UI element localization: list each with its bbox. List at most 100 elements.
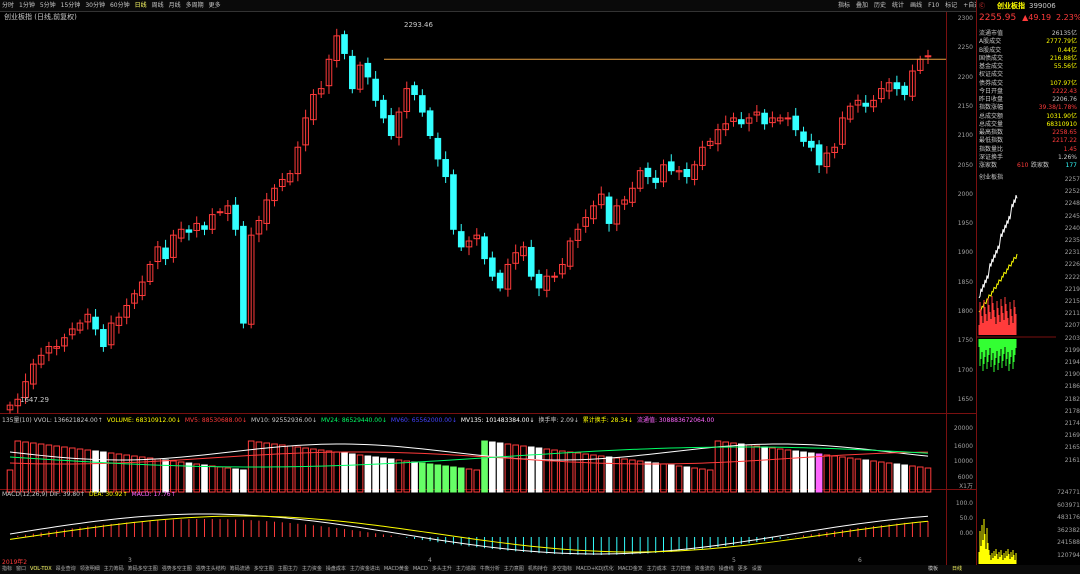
indicator-tab[interactable]: 多空指标 — [552, 565, 572, 574]
price-tick: 1650 — [957, 395, 973, 403]
candle-body — [201, 225, 208, 230]
macd-tick: 0.00 — [959, 530, 973, 537]
indicator-tab[interactable]: 筹码流通 — [230, 565, 250, 574]
candle-body — [737, 119, 745, 125]
indicator-tab[interactable]: 昂业查询 — [56, 565, 76, 574]
stat-label: 今日开盘 — [979, 87, 1004, 95]
tool-button[interactable]: F10 — [928, 0, 939, 11]
indicator-tab[interactable]: 多头主升 — [432, 565, 452, 574]
indicator-tab[interactable]: 主力资金进出 — [350, 565, 380, 574]
volume-bar — [543, 448, 551, 493]
indicator-tab[interactable]: 主力追踪 — [456, 565, 476, 574]
indicator-tab[interactable]: 领涨明细 — [80, 565, 100, 574]
time-tick: 5 — [732, 557, 736, 564]
indicator-value: MV5: 88530688.00↓ — [184, 417, 248, 424]
indicator-tab[interactable]: 牛熊分析 — [480, 565, 500, 574]
indicator-tab[interactable]: 设置 — [752, 565, 762, 574]
stat-row: 总成交量 68310910 — [979, 121, 1079, 129]
template-button[interactable]: 模板 — [928, 565, 938, 574]
intraday-tick: 2231 — [1064, 249, 1080, 257]
indicator-tab[interactable]: 指标 — [2, 565, 12, 574]
volume-bar — [504, 443, 512, 493]
indicator-tab[interactable]: 多空主图 — [254, 565, 274, 574]
price-tick: 2100 — [957, 132, 973, 140]
period-tab[interactable]: 分时 — [2, 0, 14, 11]
indicator-tab[interactable]: 强势主头结构 — [196, 565, 226, 574]
stat-row: 基金成交 55.56亿 — [979, 63, 1079, 71]
indicator-tab[interactable]: 主图主力 — [278, 565, 298, 574]
volume-tick: 10000 — [953, 458, 973, 465]
volume-bar — [675, 465, 683, 493]
price-tick: 1800 — [957, 308, 973, 315]
intraday-tick: 2215 — [1064, 298, 1080, 305]
volume-bar — [520, 445, 527, 493]
tool-button[interactable]: 画线 — [910, 0, 922, 11]
macd-value: MACD(12,26,9) DIF: 39.80↑ — [2, 491, 85, 498]
intraday-tick: 2207 — [1064, 322, 1080, 330]
price-pct: 2.23% — [1056, 13, 1080, 22]
tool-button[interactable]: 指标 — [838, 0, 850, 11]
stat-value: 2777.79亿 — [1046, 38, 1077, 46]
indicator-tab[interactable]: 强势多空主图 — [162, 565, 192, 574]
volume-bar — [878, 461, 885, 493]
volume-bar — [481, 440, 488, 493]
volume-bar — [761, 446, 768, 493]
indicator-tab[interactable]: VOL-TDX — [30, 565, 52, 574]
volume-bar — [131, 455, 138, 493]
volume-bar — [434, 464, 442, 493]
stat-value: 55.56亿 — [1053, 63, 1077, 70]
tool-button[interactable]: 历史 — [874, 0, 886, 11]
indicator-tab[interactable]: 机构持仓 — [528, 565, 548, 574]
intraday-chart[interactable] — [977, 180, 1056, 565]
candle-body — [380, 99, 387, 119]
indicator-value: MV60: 65562000.00↓ — [390, 417, 457, 424]
intraday-vol-tick: 241588 — [1057, 539, 1080, 547]
indicator-tab[interactable]: MACD — [413, 565, 428, 574]
indicator-tab[interactable]: 主力控盘 — [671, 565, 691, 574]
indicator-tab[interactable]: MACD+KDJ优化 — [576, 565, 614, 574]
indicator-tab[interactable]: 主力成本 — [647, 565, 667, 574]
period-tab[interactable]: 15分钟 — [61, 0, 81, 11]
indicator-tab[interactable]: 窗口 — [16, 565, 26, 574]
volume-bar — [753, 445, 761, 493]
indicator-tab[interactable]: MACD黄金 — [384, 565, 409, 574]
stat-row: 指数量比 1.45 — [979, 146, 1079, 154]
tool-button[interactable]: 统计 — [892, 0, 904, 11]
intraday-tick: 2169 — [1064, 432, 1080, 440]
indicator-tab[interactable]: 主力资金 — [302, 565, 322, 574]
stat-row: 最低指数 2217.22 — [979, 137, 1079, 145]
indicator-tab[interactable]: 资金流向 — [695, 565, 715, 574]
stat-value: 0.44亿 — [1057, 46, 1077, 54]
indicator-tab[interactable]: MACD金叉 — [618, 565, 643, 574]
volume-bar — [792, 450, 800, 493]
indicator-tab[interactable]: 更多 — [738, 565, 748, 574]
period-tab[interactable]: 5分钟 — [40, 0, 56, 11]
candle-body — [434, 137, 442, 160]
indicator-value: MV24: 86529440.00↓ — [320, 417, 387, 424]
indicator-tab[interactable]: 主力筹码 — [104, 565, 124, 574]
period-tab[interactable]: 30分钟 — [85, 0, 105, 11]
candle-body — [815, 144, 823, 166]
macd-indicator-line: MACD(12,26,9) DIF: 39.80↑ DEA: 30.92↑ MACD… — [2, 491, 180, 498]
low-price-label: 1647.29 — [20, 396, 49, 404]
period-tab[interactable]: 月线 — [169, 0, 181, 11]
period-tab[interactable]: 周线 — [152, 0, 164, 11]
daily-button[interactable]: 日线 — [952, 565, 962, 574]
indicator-tab[interactable]: 筹码多空主图 — [128, 565, 158, 574]
intraday-tick: 2245 — [1064, 212, 1080, 220]
indicator-tab[interactable]: 操盘成本 — [326, 565, 346, 574]
tool-button[interactable]: 标记 — [945, 0, 957, 11]
volume-bar — [924, 467, 932, 493]
tool-button[interactable]: 叠加 — [856, 0, 868, 11]
indicator-tab[interactable]: 操盘线 — [719, 565, 734, 574]
volume-bar — [839, 456, 846, 493]
intraday-tick: 2219 — [1064, 285, 1080, 293]
high-price-label: 2293.46 — [404, 21, 433, 29]
period-tab[interactable]: 1分钟 — [19, 0, 35, 11]
period-tab[interactable]: 多周期 — [186, 0, 204, 11]
candlestick-chart[interactable] — [0, 12, 946, 564]
indicator-tab[interactable]: 主力意图 — [504, 565, 524, 574]
period-tab[interactable]: 更多 — [209, 0, 221, 11]
period-tab[interactable]: 日线 — [135, 0, 147, 11]
period-tab[interactable]: 60分钟 — [110, 0, 130, 11]
